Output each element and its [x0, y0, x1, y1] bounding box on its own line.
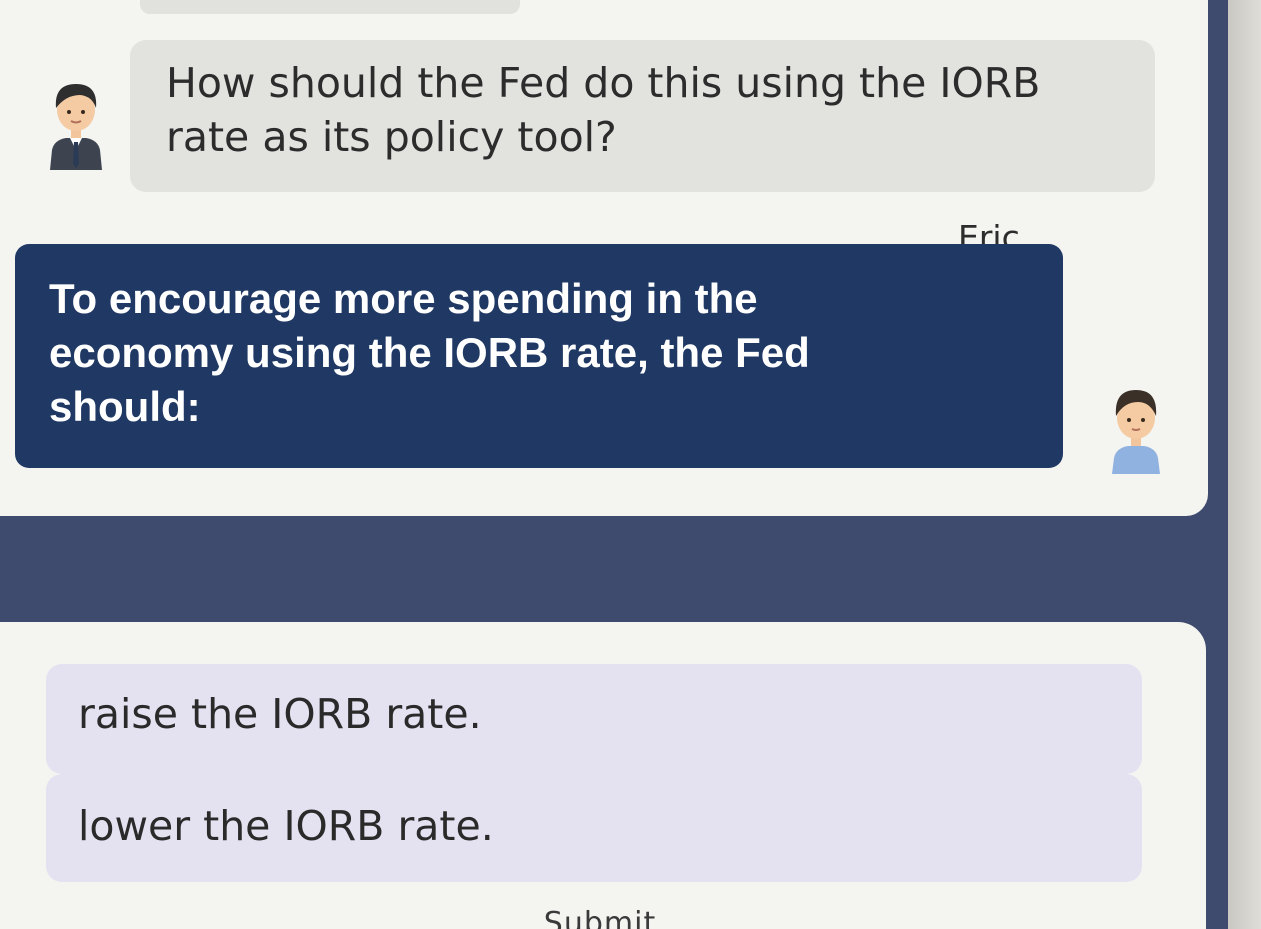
chat-panel: How should the Fed do this using the IOR…	[0, 0, 1208, 516]
choice-raise-iorb[interactable]: raise the IORB rate.	[46, 664, 1142, 774]
screen: How should the Fed do this using the IOR…	[0, 0, 1261, 929]
previous-message-bubble	[140, 0, 520, 14]
screen-edge	[1228, 0, 1261, 929]
submit-button[interactable]: Submit	[500, 906, 700, 929]
choice-lower-iorb[interactable]: lower the IORB rate.	[46, 774, 1142, 882]
answer-choices-panel: raise the IORB rate. lower the IORB rate…	[0, 622, 1206, 929]
student-avatar-icon	[1108, 382, 1164, 474]
question-bubble: How should the Fed do this using the IOR…	[130, 40, 1155, 192]
tutor-avatar-icon	[48, 78, 104, 170]
choice-label: lower the IORB rate.	[78, 802, 494, 850]
choice-label: raise the IORB rate.	[78, 690, 482, 738]
answer-prompt-text: To encourage more spending in the econom…	[49, 275, 810, 430]
answer-bubble: To encourage more spending in the econom…	[15, 244, 1063, 468]
question-text: How should the Fed do this using the IOR…	[166, 59, 1041, 161]
